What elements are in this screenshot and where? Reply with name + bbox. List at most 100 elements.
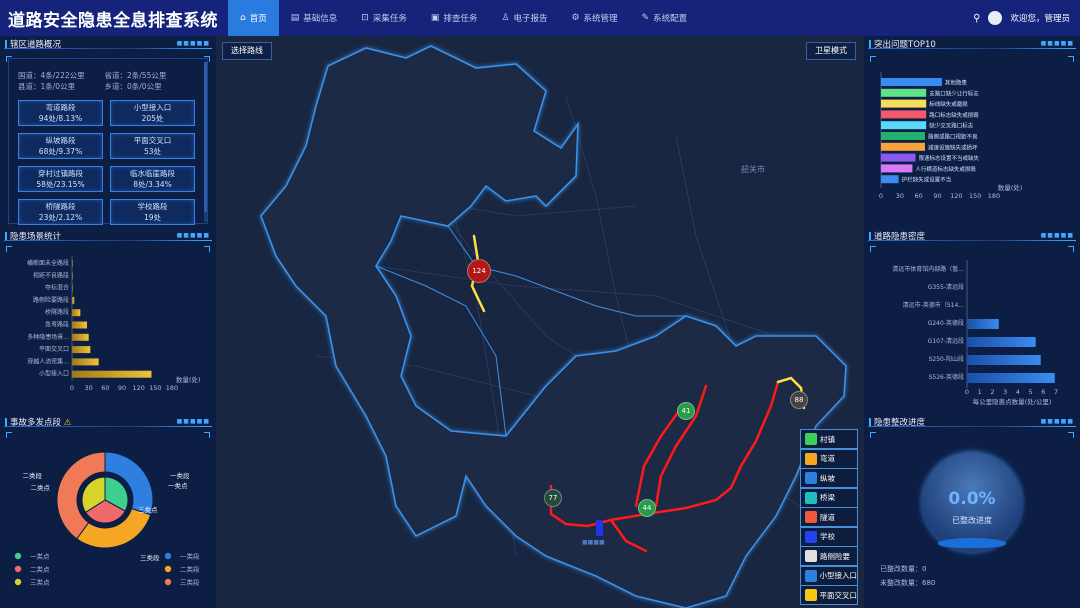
overview-line-text: 1条/0公里 [40,82,76,91]
category-label: 穿越人流密集... [27,357,69,365]
hazard-bar[interactable] [72,284,73,292]
top-right: ⚲ 欢迎您，管理员 [973,0,1070,36]
density-bar[interactable] [967,355,1041,365]
map-legend-item[interactable]: 纵坡 [800,468,858,488]
map-legend-label: 平面交叉口 [819,590,858,600]
map-legend-item[interactable]: 学校 [800,526,858,547]
nav-item[interactable]: ✎ 系统配置 [630,0,700,36]
map-legend-item[interactable]: 小型接入口 [800,565,858,586]
map-legend-item[interactable]: 平面交叉口 [800,585,858,605]
avatar[interactable] [988,11,1003,25]
issue-bar[interactable] [881,99,927,108]
hazard-bar[interactable] [72,272,73,280]
map-cluster-marker[interactable]: 77 [544,489,562,507]
road-type-value: 53处 [143,147,162,156]
legend-label: 三类段 [180,578,200,587]
overview-line: 县道：1条/0公里 乡道：0条/0公里 [18,81,166,92]
map-legend-item[interactable]: 桥梁 [800,487,858,508]
map-cluster-marker[interactable]: 88 [790,391,808,409]
road-type-button[interactable]: 平面交叉口 53处 [110,133,195,159]
map-cluster-marker[interactable]: 44 [638,499,656,517]
hazard-bar[interactable] [72,321,87,329]
map-legend-label: 路侧险要 [820,551,850,561]
road-type-button[interactable]: 穿村过镇路段 58处/23.15% [18,166,103,192]
overview-line-text: 乡道： [104,82,128,91]
map-legend-item[interactable]: 路侧险要 [800,546,858,566]
nav-item[interactable]: ♙ 电子报告 [489,0,559,36]
nav-item[interactable]: ⚙ 系统管理 [559,0,629,36]
scrollbar-thumb[interactable] [204,62,207,212]
density-bar[interactable] [967,337,1036,347]
panel-frame-corner [870,432,876,438]
issue-bar[interactable] [881,88,927,97]
issue-label: 限速标志设置不当或缺失 [919,154,980,162]
legend-swatch [14,565,22,573]
select-route-button[interactable]: 选择路线 [222,42,272,60]
welcome-text[interactable]: 欢迎您，管理员 [1010,12,1070,24]
todo-count-value: 680 [922,579,936,587]
issue-bar[interactable] [881,175,899,184]
panel-divider [868,426,1076,427]
road-type-button[interactable]: 小型接入口 205处 [110,100,195,126]
map-cluster-marker[interactable]: 41 [677,402,695,420]
satellite-mode-button[interactable]: 卫星模式 [806,42,856,60]
done-count-value: 0 [922,565,927,573]
done-count: 已整改数量：0 [880,564,926,574]
overview-line-text: 2条/55公里 [127,71,167,80]
map-cluster-marker[interactable]: 124 [467,259,491,283]
hazard-bar[interactable] [72,346,91,354]
density-bar[interactable] [967,373,1055,383]
road-density-panel: 道路隐患密度 ■■■■■ 清远市体育馆内部路（暂... G355-清远段 清远市-英… [864,228,1080,414]
hazard-bar[interactable] [72,309,81,317]
category-label: 桥隧路段 [45,308,69,316]
road-type-label: 纵坡路段 [45,136,76,145]
nav-item[interactable]: ⊡ 采集任务 [349,0,419,36]
nav-item[interactable]: ▤ 基础信息 [279,0,350,36]
x-tick-label: 90 [933,192,941,200]
nav-item[interactable]: ▣ 排查任务 [419,0,490,36]
map-canvas[interactable]: 韶关市 ■■■■ [216,36,864,608]
hazard-bar[interactable] [72,333,89,341]
legend-swatch [164,565,172,573]
legend-label: 一类点 [30,552,50,561]
map-legend-label: 桥梁 [820,493,835,502]
road-label: G355-清远段 [928,283,964,291]
issue-bar[interactable] [881,78,942,86]
hazard-bar[interactable] [72,370,152,378]
search-icon[interactable]: ⚲ [973,13,980,24]
clipboard-icon: ▣ [430,13,440,23]
pie-callout-label: 三类点 [138,505,158,514]
hazard-bar[interactable] [72,358,99,366]
issue-label: 护栏缺失或设置不当 [902,176,952,184]
map-view[interactable]: 韶关市 ■■■■ 选择路线 卫星模式 [216,36,864,608]
map-legend-item[interactable]: 村镇 [800,429,858,449]
density-bar[interactable] [967,319,999,329]
road-type-button[interactable]: 纵坡路段 68处/9.37% [18,133,103,159]
issue-bar[interactable] [881,142,925,151]
main-nav: ⌂ 首页 ▤ 基础信息 ⊡ 采集任务 ▣ 排查任务 ♙ 电子报告 ⚙ 系统管理 ✎ 系统配置 [228,0,699,36]
home-icon: ⌂ [240,13,246,23]
x-axis-label: 数量(处) [176,375,201,384]
category-label: 小型接入口 [39,370,69,378]
road-type-button[interactable]: 学校路段 19处 [110,199,195,225]
nav-item[interactable]: ⌂ 首页 [228,0,279,36]
map-legend-item[interactable]: 弯道 [800,448,858,469]
hazard-bar[interactable] [72,296,75,304]
pie-callout-label: 二类段 [23,471,43,480]
x-tick-label: 2 [990,388,994,396]
issue-bar[interactable] [881,121,927,130]
road-type-button[interactable]: 弯道路段 94处/8.13% [18,100,103,126]
issue-bar[interactable] [881,132,925,140]
access-icon [805,569,817,582]
issue-label: 路口标志缺失或损毁 [929,111,979,119]
road-type-button[interactable]: 桥隧路段 23处/2.12% [18,199,103,225]
hazard-bar[interactable] [72,260,73,267]
school-marker-icon[interactable] [596,520,603,536]
road-type-button[interactable]: 临水临崖路段 8处/3.34% [110,166,195,192]
issue-bar[interactable] [881,153,916,162]
map-legend-item[interactable]: 隧道 [800,507,858,527]
nav-item-label: 排查任务 [443,14,478,24]
issue-bar[interactable] [881,110,927,119]
scrollbar-track[interactable] [204,62,207,222]
issue-bar[interactable] [881,164,913,173]
